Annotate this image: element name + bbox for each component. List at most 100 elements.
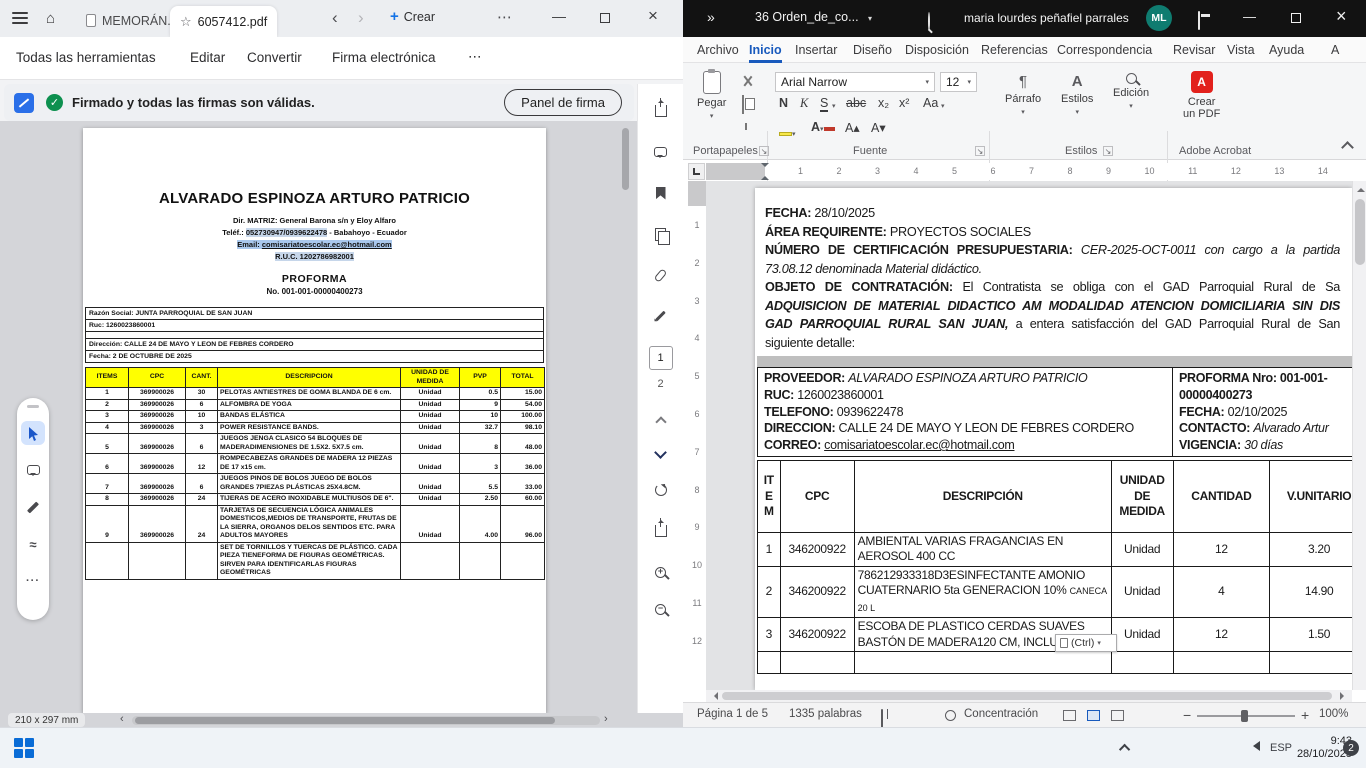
signature-panel-icon[interactable] xyxy=(14,93,34,113)
superscript-button[interactable]: x² xyxy=(899,96,909,110)
convert-menu[interactable]: Convertir xyxy=(247,50,302,65)
web-layout-icon[interactable] xyxy=(1111,710,1124,721)
star-icon[interactable]: ☆ xyxy=(180,14,192,30)
word-page[interactable]: FECHA: 28/10/2025 ÁREA REQUIRENTE: PROYE… xyxy=(755,188,1352,690)
search-icon[interactable] xyxy=(928,12,930,31)
export-pdf-icon[interactable] xyxy=(647,97,675,125)
editing-group-button[interactable]: Edición ▾ xyxy=(1113,73,1149,110)
italic-button[interactable]: K xyxy=(800,96,808,111)
create-pdf-button[interactable]: A Crear un PDF xyxy=(1183,71,1220,120)
minimize-button[interactable]: — xyxy=(552,8,566,24)
tab-insertar[interactable]: Insertar xyxy=(795,37,837,63)
font-dialog-launcher[interactable]: ↘ xyxy=(975,146,985,156)
menu-icon[interactable] xyxy=(12,12,28,24)
tab-correspondencia[interactable]: Correspondencia xyxy=(1057,37,1152,63)
volume-icon[interactable] xyxy=(1248,741,1260,751)
tab-archivo[interactable]: Archivo xyxy=(697,37,739,63)
next-page-number[interactable]: 2 xyxy=(657,378,663,390)
hidden-icons-chevron[interactable] xyxy=(1119,744,1130,755)
minimize-button[interactable]: — xyxy=(1243,9,1256,24)
focus-mode-button[interactable]: Concentración xyxy=(964,708,1038,720)
comment-panel-icon[interactable] xyxy=(647,138,675,166)
font-name-select[interactable]: Arial Narrow▾ xyxy=(775,72,935,92)
zoom-level[interactable]: 100% xyxy=(1319,708,1348,720)
tab-selector[interactable] xyxy=(688,163,705,180)
back-icon[interactable]: ‹ xyxy=(332,8,338,28)
title-dropdown-icon[interactable]: ▾ xyxy=(868,14,872,23)
more-options-icon[interactable]: ⋯ xyxy=(497,8,513,26)
zoom-out-icon[interactable]: − xyxy=(647,595,675,623)
word-horizontal-scrollbar[interactable] xyxy=(706,690,1352,702)
tab-disposicion[interactable]: Disposición xyxy=(905,37,969,63)
quick-access-overflow-icon[interactable]: » xyxy=(707,9,715,25)
pdf-vertical-scrollbar[interactable] xyxy=(621,126,630,711)
next-page-icon[interactable] xyxy=(647,438,675,466)
document-title[interactable]: 36 Orden_de_co... xyxy=(755,10,859,24)
scrollbar-thumb[interactable] xyxy=(622,128,629,190)
paragraph-group-button[interactable]: ¶ Párrafo ▾ xyxy=(1005,73,1041,116)
share-icon[interactable] xyxy=(647,517,675,545)
tab-inicio[interactable]: Inicio xyxy=(749,37,782,63)
avatar[interactable]: ML xyxy=(1146,5,1172,31)
close-button[interactable]: × xyxy=(648,6,658,26)
horizontal-ruler[interactable]: 1 2 3 4 5 6 7 8 9 10 11 12 13 14 xyxy=(706,163,1352,180)
styles-gallery-button[interactable]: A Estilos ▾ xyxy=(1061,73,1093,116)
copy-button[interactable] xyxy=(742,96,744,114)
underline-options-icon[interactable]: ▾ xyxy=(832,102,836,110)
previous-page-icon[interactable] xyxy=(647,408,675,436)
strikethrough-button[interactable]: abc xyxy=(846,96,866,110)
comment-tool[interactable] xyxy=(21,458,45,482)
vertical-ruler[interactable]: 1 2 3 4 5 6 7 8 9 10 11 12 xyxy=(688,181,706,690)
signature-panel-button[interactable]: Panel de firma xyxy=(504,89,622,116)
collapse-ribbon-icon[interactable] xyxy=(1341,141,1354,154)
pdf-horizontal-scrollbar[interactable] xyxy=(132,716,600,725)
esign-menu[interactable]: Firma electrónica xyxy=(332,50,436,65)
font-color-button[interactable]: A▾ xyxy=(811,118,835,136)
highlight-tool[interactable] xyxy=(21,495,45,519)
proofing-icon[interactable] xyxy=(881,709,883,727)
rotate-page-icon[interactable] xyxy=(647,476,675,504)
zoom-slider-thumb[interactable] xyxy=(1241,710,1248,722)
close-button[interactable]: × xyxy=(1336,6,1347,27)
zoom-in-button[interactable]: + xyxy=(1301,707,1309,723)
zoom-out-button[interactable]: − xyxy=(1183,707,1191,723)
grow-font-button[interactable]: A▴ xyxy=(845,120,860,135)
start-button[interactable] xyxy=(6,731,42,765)
palette-more[interactable]: ··· xyxy=(21,569,45,593)
page-thumbnails-icon[interactable] xyxy=(647,220,675,248)
scroll-right-icon[interactable]: › xyxy=(604,713,608,725)
edit-menu[interactable]: Editar xyxy=(190,50,225,65)
paste-button[interactable]: Pegar ▾ xyxy=(697,71,726,120)
font-size-select[interactable]: 12▾ xyxy=(940,72,977,92)
word-vertical-scrollbar[interactable] xyxy=(1352,181,1366,690)
text-highlight-button[interactable]: ▾ xyxy=(779,123,796,141)
read-mode-icon[interactable] xyxy=(1063,710,1076,721)
first-line-indent-marker[interactable] xyxy=(761,163,769,171)
scrollbar-thumb[interactable] xyxy=(1355,199,1365,265)
tab-acrobat[interactable]: A xyxy=(1331,37,1339,63)
scroll-up-icon[interactable] xyxy=(1357,184,1365,192)
paste-options-chip[interactable]: (Ctrl) ▾ xyxy=(1055,634,1117,652)
signatures-icon[interactable] xyxy=(647,302,675,330)
tab-revisar[interactable]: Revisar xyxy=(1173,37,1215,63)
tab-referencias[interactable]: Referencias xyxy=(981,37,1048,63)
bold-button[interactable]: N xyxy=(779,96,788,110)
all-tools-menu[interactable]: Todas las herramientas xyxy=(16,50,156,65)
draw-tool[interactable]: ≈ xyxy=(21,532,45,556)
bookmarks-icon[interactable] xyxy=(647,179,675,207)
zoom-in-icon[interactable]: + xyxy=(647,558,675,586)
change-case-button[interactable]: Aa xyxy=(923,96,938,110)
styles-dialog-launcher[interactable]: ↘ xyxy=(1103,146,1113,156)
account-name[interactable]: maria lourdes peñafiel parrales xyxy=(964,11,1129,25)
language-indicator[interactable]: ESP xyxy=(1270,742,1292,754)
forward-icon[interactable]: › xyxy=(358,8,364,28)
notification-badge[interactable]: 2 xyxy=(1343,740,1359,756)
word-count[interactable]: 1335 palabras xyxy=(789,708,862,720)
create-button[interactable]: + Crear xyxy=(390,8,435,25)
underline-button[interactable]: S xyxy=(820,96,828,112)
current-page-field[interactable]: 1 xyxy=(649,346,673,370)
attachments-icon[interactable] xyxy=(647,261,675,289)
shrink-font-button[interactable]: A▾ xyxy=(871,120,886,135)
restore-button[interactable] xyxy=(1291,13,1301,23)
palette-handle[interactable] xyxy=(27,405,39,408)
